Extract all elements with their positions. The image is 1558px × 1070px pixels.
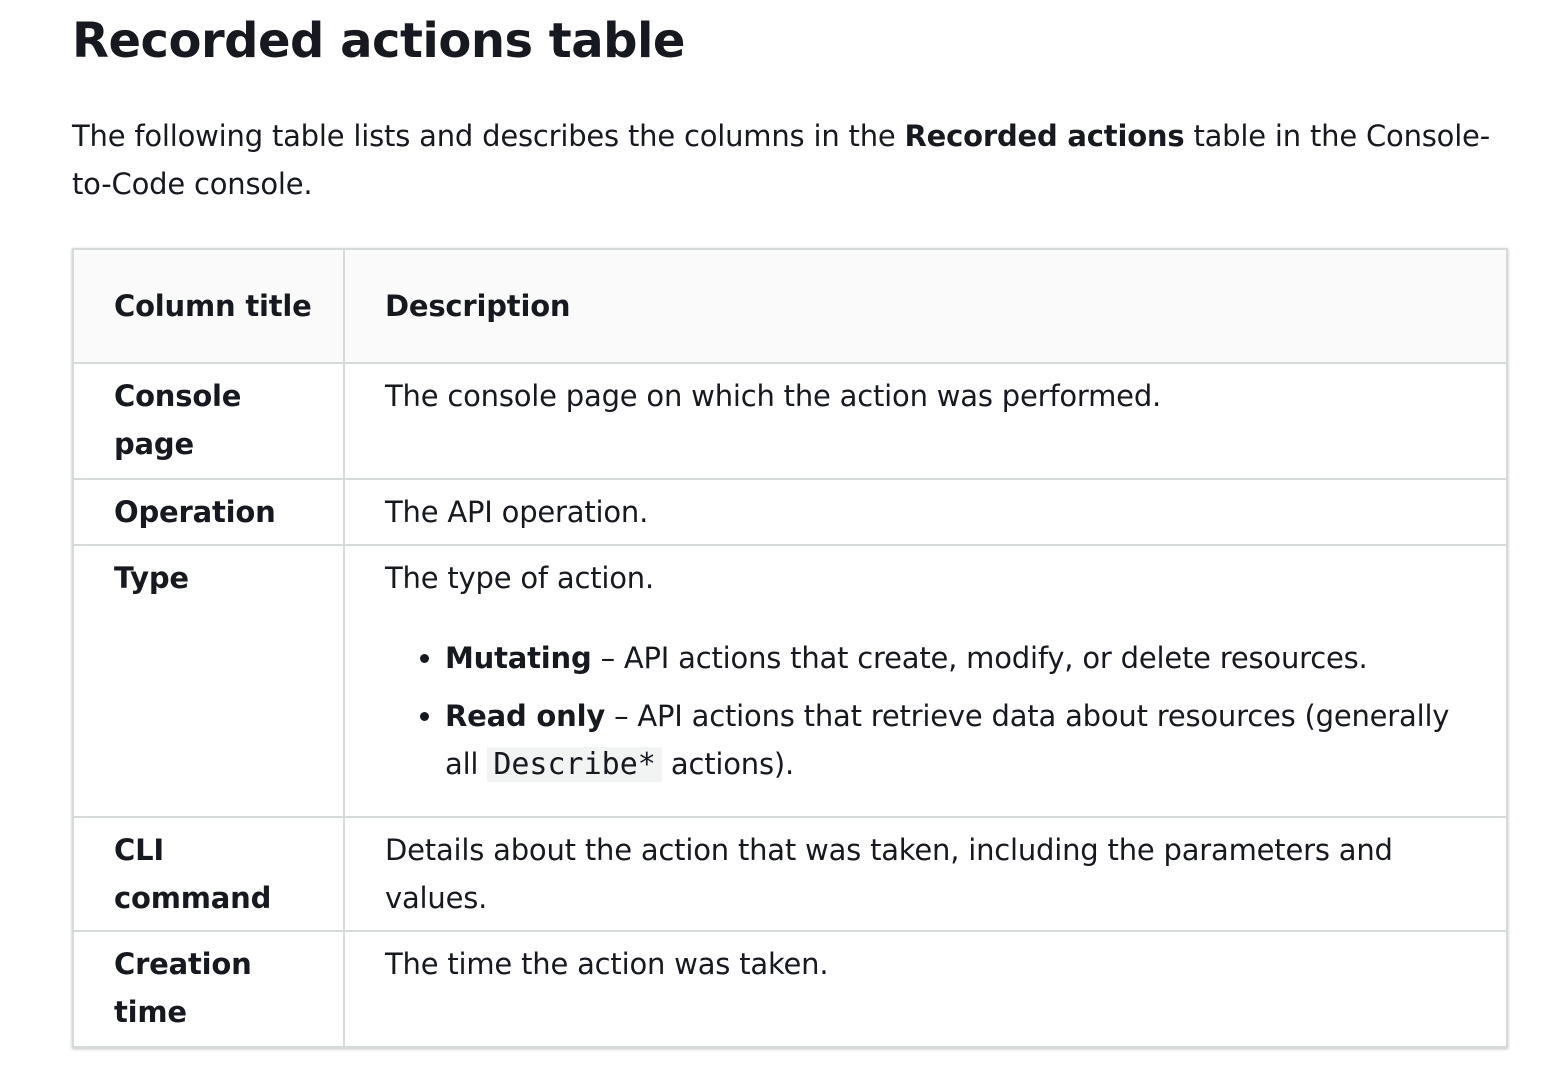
type-description-text: The type of action. [385, 561, 655, 595]
header-column-title: Column title [72, 248, 345, 364]
page-title: Recorded actions table [72, 13, 685, 69]
row-title-creation-time: Creation time [72, 930, 345, 1048]
table-header-row: Column title Description [72, 248, 1508, 364]
row-description-type: The type of action. Mutating – API actio… [343, 544, 1508, 818]
bullet-term-read-only: Read only [445, 699, 606, 733]
intro-text-bold: Recorded actions [904, 119, 1185, 153]
table-row: Console page The console page on which t… [72, 362, 1508, 480]
row-title-console-page: Console page [72, 362, 345, 480]
bullet-text-read-only-after: actions). [661, 747, 795, 781]
bullet-mutating: Mutating – API actions that create, modi… [445, 634, 1486, 682]
table-row: Operation The API operation. [72, 478, 1508, 546]
row-description-creation-time: The time the action was taken. [343, 930, 1508, 1048]
recorded-actions-table: Column title Description Console page Th… [72, 248, 1508, 1048]
header-description: Description [343, 248, 1508, 364]
row-title-operation: Operation [72, 478, 345, 546]
row-description-console-page: The console page on which the action was… [343, 362, 1508, 480]
inline-code-describe: Describe* [487, 747, 662, 782]
type-bullet-list: Mutating – API actions that create, modi… [385, 634, 1486, 789]
bullet-read-only: Read only – API actions that retrieve da… [445, 692, 1486, 789]
row-title-cli-command: CLI command [72, 816, 345, 932]
table-row: Creation time The time the action was ta… [72, 930, 1508, 1048]
table-row: CLI command Details about the action tha… [72, 816, 1508, 932]
bullet-term-mutating: Mutating [445, 641, 592, 675]
intro-paragraph: The following table lists and describes … [72, 112, 1492, 208]
row-title-type: Type [72, 544, 345, 818]
row-description-cli-command: Details about the action that was taken,… [343, 816, 1508, 932]
intro-text-before: The following table lists and describes … [72, 119, 905, 153]
row-description-operation: The API operation. [343, 478, 1508, 546]
bullet-text-mutating: – API actions that create, modify, or de… [591, 641, 1368, 675]
table-row: Type The type of action. Mutating – API … [72, 544, 1508, 818]
